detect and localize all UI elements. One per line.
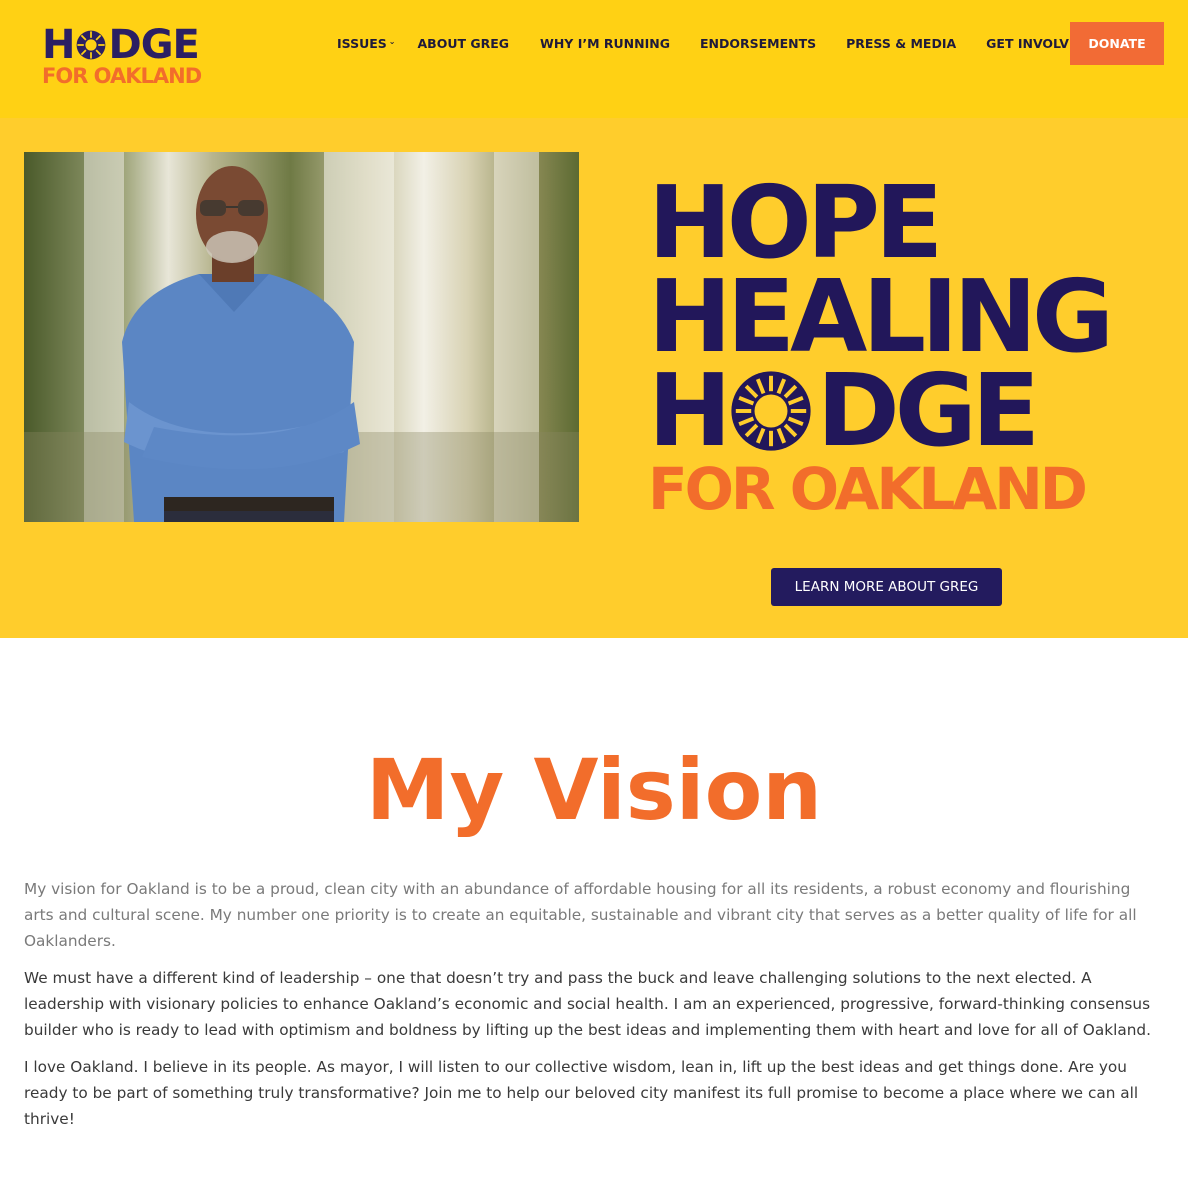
logo-subtitle: FOR OAKLAND bbox=[42, 64, 202, 88]
site-logo[interactable]: H DGE FOR OAKLAND bbox=[42, 22, 212, 92]
nav-item-why-im-running[interactable]: WHY I’M RUNNING bbox=[540, 36, 670, 51]
vision-paragraph: I love Oakland. I believe in its people.… bbox=[24, 1058, 1139, 1128]
vision-heading: My Vision bbox=[365, 741, 823, 839]
logo-wordmark: H DGE bbox=[42, 22, 200, 68]
vision-paragraph: My vision for Oakland is to be a proud, … bbox=[24, 880, 1137, 950]
nav-item-endorsements[interactable]: ENDORSEMENTS bbox=[700, 36, 816, 51]
vision-body: My vision for Oakland is to be a proud, … bbox=[24, 876, 1164, 1143]
sun-icon bbox=[77, 30, 106, 60]
donate-button[interactable]: DONATE bbox=[1070, 22, 1164, 65]
slogan-healing: HEALING bbox=[648, 258, 1114, 375]
slogan-hope: HOPE bbox=[648, 164, 943, 281]
hero-section: HOPE HEALING H DGE FOR OAKLAND LEARN MOR… bbox=[0, 118, 1188, 638]
slogan-hodge: H DGE bbox=[648, 352, 1040, 469]
learn-more-button[interactable]: LEARN MORE ABOUT GREG bbox=[771, 568, 1002, 606]
site-header: H DGE FOR OAKLAND ISSUES ⌄ ABOUT GREG WH… bbox=[0, 0, 1188, 118]
candidate-photo bbox=[24, 152, 579, 522]
sun-icon bbox=[731, 371, 811, 451]
main-nav: ISSUES ⌄ ABOUT GREG WHY I’M RUNNING ENDO… bbox=[337, 35, 1088, 51]
nav-item-about-greg[interactable]: ABOUT GREG bbox=[418, 36, 510, 51]
chevron-down-icon: ⌄ bbox=[388, 36, 396, 46]
candidate-illustration bbox=[24, 152, 579, 522]
slogan-for-oakland: FOR OAKLAND bbox=[648, 455, 1088, 523]
campaign-slogan: HOPE HEALING H DGE FOR OAKLAND bbox=[648, 164, 1128, 523]
nav-item-issues[interactable]: ISSUES ⌄ bbox=[337, 36, 396, 51]
vision-paragraph: We must have a different kind of leaders… bbox=[24, 969, 1151, 1039]
nav-item-press-media[interactable]: PRESS & MEDIA bbox=[846, 36, 956, 51]
